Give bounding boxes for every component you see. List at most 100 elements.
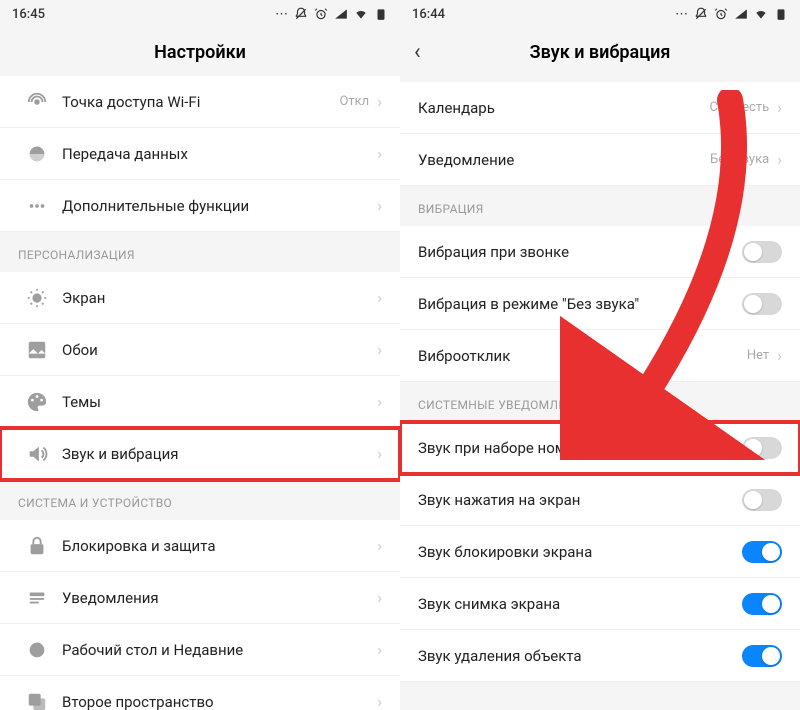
toggle-delete-sound[interactable] <box>742 645 782 667</box>
row-calendar-sound[interactable]: Календарь Свежесть › <box>400 82 800 134</box>
wallpaper-icon <box>24 337 50 363</box>
row-label: Звук блокировки экрана <box>418 543 742 561</box>
toggle-dial-sound[interactable] <box>742 437 782 459</box>
more-icon: ⋯ <box>675 7 688 22</box>
row-label: Блокировка и защита <box>62 537 377 555</box>
sound-vibration-screen: 16:44 ⋯ ‹ Звук и вибрация Календарь Свеж… <box>400 0 800 710</box>
section-personalization: ПЕРСОНАЛИЗАЦИЯ <box>0 232 400 272</box>
mute-icon <box>294 7 308 21</box>
signal-icon <box>334 7 348 21</box>
row-wifi-hotspot[interactable]: Точка доступа Wi-Fi Откл › <box>0 76 400 128</box>
row-label: Второе пространство <box>62 693 377 710</box>
lock-icon <box>24 533 50 559</box>
battery-icon <box>774 7 788 21</box>
second-space-icon <box>24 689 50 710</box>
hotspot-icon <box>24 89 50 115</box>
chevron-right-icon: › <box>777 346 782 365</box>
row-delete-sound[interactable]: Звук удаления объекта <box>400 630 800 682</box>
row-label: Виброотклик <box>418 347 747 365</box>
chevron-right-icon: › <box>377 196 382 215</box>
wifi-icon <box>354 7 368 21</box>
row-label: Рабочий стол и Недавние <box>62 641 377 659</box>
sound-icon <box>24 441 50 467</box>
row-lock-sound[interactable]: Звук блокировки экрана <box>400 526 800 578</box>
toggle-screenshot-sound[interactable] <box>742 593 782 615</box>
header: ‹ Звук и вибрация <box>400 28 800 76</box>
toggle-vibrate-ring[interactable] <box>742 241 782 263</box>
toggle-vibrate-silent[interactable] <box>742 293 782 315</box>
row-label: Экран <box>62 289 377 307</box>
data-icon <box>24 141 50 167</box>
signal-icon <box>734 7 748 21</box>
wifi-icon <box>754 7 768 21</box>
row-label: Обои <box>62 341 377 359</box>
row-label: Уведомление <box>418 151 710 169</box>
sound-list: Календарь Свежесть › Уведомление Без зву… <box>400 76 800 710</box>
themes-icon <box>24 389 50 415</box>
settings-screen: 16:45 ⋯ Настройки Точка доступа Wi-Fi От… <box>0 0 400 710</box>
row-lockscreen[interactable]: Блокировка и защита › <box>0 520 400 572</box>
chevron-right-icon: › <box>377 588 382 607</box>
toggle-lock-sound[interactable] <box>742 541 782 563</box>
chevron-right-icon: › <box>377 288 382 307</box>
more-functions-icon <box>24 193 50 219</box>
row-second-space[interactable]: Второе пространство › <box>0 676 400 710</box>
row-more-functions[interactable]: Дополнительные функции › <box>0 180 400 232</box>
chevron-right-icon: › <box>777 98 782 117</box>
row-label: Дополнительные функции <box>62 197 377 215</box>
row-home-recents[interactable]: Рабочий стол и Недавние › <box>0 624 400 676</box>
row-sound-vibration[interactable]: Звук и вибрация › <box>0 428 400 480</box>
status-bar: 16:45 ⋯ <box>0 0 400 28</box>
back-button[interactable]: ‹ <box>414 40 421 65</box>
chevron-right-icon: › <box>377 692 382 710</box>
row-display[interactable]: Экран › <box>0 272 400 324</box>
status-icons: ⋯ <box>275 7 388 22</box>
toggle-tap-sound[interactable] <box>742 489 782 511</box>
display-icon <box>24 285 50 311</box>
alarm-icon <box>314 7 328 21</box>
row-label: Вибрация в режиме "Без звука" <box>418 295 742 313</box>
row-label: Уведомления <box>62 589 377 607</box>
row-value: Без звука <box>710 152 769 167</box>
chevron-right-icon: › <box>377 640 382 659</box>
page-title: Настройки <box>154 42 246 63</box>
settings-list: Точка доступа Wi-Fi Откл › Передача данн… <box>0 76 400 710</box>
chevron-right-icon: › <box>377 392 382 411</box>
row-label: Точка доступа Wi-Fi <box>62 93 339 111</box>
row-label: Звук нажатия на экран <box>418 491 742 509</box>
chevron-right-icon: › <box>377 340 382 359</box>
chevron-right-icon: › <box>377 92 382 111</box>
row-dial-sound[interactable]: Звук при наборе номера <box>400 422 800 474</box>
alarm-icon <box>714 7 728 21</box>
page-title: Звук и вибрация <box>530 42 671 63</box>
section-system: СИСТЕМА И УСТРОЙСТВО <box>0 480 400 520</box>
status-time: 16:44 <box>412 7 445 22</box>
row-notifications[interactable]: Уведомления › <box>0 572 400 624</box>
row-tap-sound[interactable]: Звук нажатия на экран <box>400 474 800 526</box>
home-icon <box>24 637 50 663</box>
row-label: Вибрация при звонке <box>418 243 742 261</box>
status-bar: 16:44 ⋯ <box>400 0 800 28</box>
row-vibrate-ring[interactable]: Вибрация при звонке <box>400 226 800 278</box>
more-icon: ⋯ <box>275 7 288 22</box>
chevron-right-icon: › <box>377 536 382 555</box>
chevron-right-icon: › <box>377 144 382 163</box>
row-label: Темы <box>62 393 377 411</box>
row-label: Звук удаления объекта <box>418 647 742 665</box>
row-screenshot-sound[interactable]: Звук снимка экрана <box>400 578 800 630</box>
status-icons: ⋯ <box>675 7 788 22</box>
battery-icon <box>374 7 388 21</box>
row-notification-sound[interactable]: Уведомление Без звука › <box>400 134 800 186</box>
header: Настройки <box>0 28 400 76</box>
row-themes[interactable]: Темы › <box>0 376 400 428</box>
row-vibrate-silent[interactable]: Вибрация в режиме "Без звука" <box>400 278 800 330</box>
row-haptic[interactable]: Виброотклик Нет › <box>400 330 800 382</box>
mute-icon <box>694 7 708 21</box>
row-label: Передача данных <box>62 145 377 163</box>
section-sysnotif: СИСТЕМНЫЕ УВЕДОМЛЕНИЯ <box>400 382 800 422</box>
row-wallpaper[interactable]: Обои › <box>0 324 400 376</box>
row-data-usage[interactable]: Передача данных › <box>0 128 400 180</box>
row-label: Звук снимка экрана <box>418 595 742 613</box>
status-time: 16:45 <box>12 7 45 22</box>
row-label: Календарь <box>418 99 710 117</box>
